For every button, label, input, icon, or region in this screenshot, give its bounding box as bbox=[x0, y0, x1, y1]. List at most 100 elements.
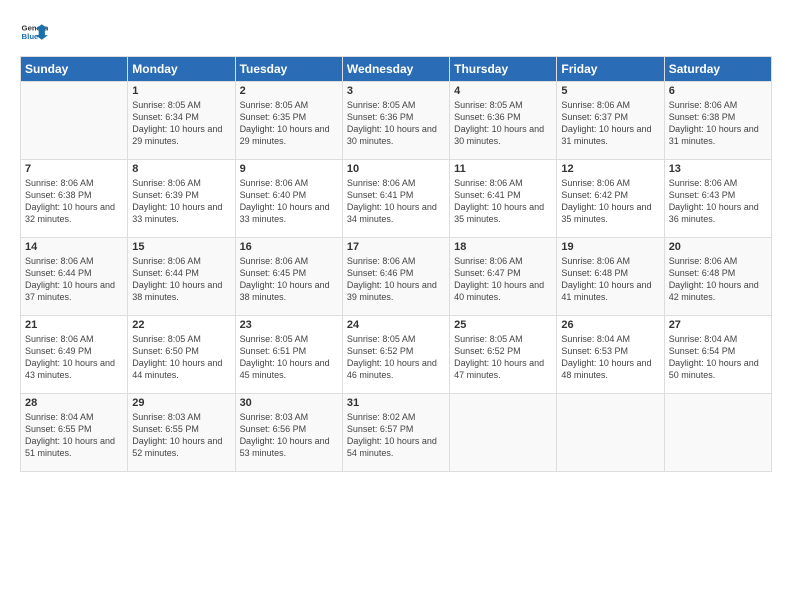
day-detail: Sunrise: 8:04 AMSunset: 6:53 PMDaylight:… bbox=[561, 334, 651, 380]
col-header-saturday: Saturday bbox=[664, 57, 771, 82]
day-number: 16 bbox=[240, 241, 338, 253]
day-detail: Sunrise: 8:05 AMSunset: 6:50 PMDaylight:… bbox=[132, 334, 222, 380]
day-cell: 31 Sunrise: 8:02 AMSunset: 6:57 PMDayligh… bbox=[342, 394, 449, 472]
day-detail: Sunrise: 8:06 AMSunset: 6:37 PMDaylight:… bbox=[561, 100, 651, 146]
day-cell: 11 Sunrise: 8:06 AMSunset: 6:41 PMDayligh… bbox=[450, 160, 557, 238]
day-cell: 28Sunrise: 8:04 AMSunset: 6:55 PMDayligh… bbox=[21, 394, 128, 472]
day-number: 22 bbox=[132, 319, 230, 331]
day-cell: 25Sunrise: 8:05 AMSunset: 6:52 PMDayligh… bbox=[450, 316, 557, 394]
day-cell: 2 Sunrise: 8:05 AMSunset: 6:35 PMDaylight… bbox=[235, 82, 342, 160]
day-cell: 3Sunrise: 8:05 AMSunset: 6:36 PMDaylight… bbox=[342, 82, 449, 160]
day-number: 27 bbox=[669, 319, 767, 331]
col-header-thursday: Thursday bbox=[450, 57, 557, 82]
day-cell: 14Sunrise: 8:06 AMSunset: 6:44 PMDayligh… bbox=[21, 238, 128, 316]
svg-text:Blue: Blue bbox=[22, 32, 40, 41]
day-cell: 12 Sunrise: 8:06 AMSunset: 6:42 PMDayligh… bbox=[557, 160, 664, 238]
day-detail: Sunrise: 8:06 AMSunset: 6:38 PMDaylight:… bbox=[25, 178, 115, 224]
day-number: 7 bbox=[25, 163, 123, 175]
day-detail: Sunrise: 8:06 AMSunset: 6:41 PMDaylight:… bbox=[454, 178, 544, 224]
day-cell: 24Sunrise: 8:05 AMSunset: 6:52 PMDayligh… bbox=[342, 316, 449, 394]
col-header-wednesday: Wednesday bbox=[342, 57, 449, 82]
day-cell: 30 Sunrise: 8:03 AMSunset: 6:56 PMDayligh… bbox=[235, 394, 342, 472]
day-number: 10 bbox=[347, 163, 445, 175]
calendar-table: SundayMondayTuesdayWednesdayThursdayFrid… bbox=[20, 56, 772, 472]
day-cell: 5 Sunrise: 8:06 AMSunset: 6:37 PMDaylight… bbox=[557, 82, 664, 160]
day-number: 2 bbox=[240, 85, 338, 97]
day-detail: Sunrise: 8:06 AMSunset: 6:46 PMDaylight:… bbox=[347, 256, 437, 302]
day-number: 20 bbox=[669, 241, 767, 253]
day-cell: 27 Sunrise: 8:04 AMSunset: 6:54 PMDayligh… bbox=[664, 316, 771, 394]
day-number: 15 bbox=[132, 241, 230, 253]
day-detail: Sunrise: 8:05 AMSunset: 6:34 PMDaylight:… bbox=[132, 100, 222, 146]
week-row-5: 28Sunrise: 8:04 AMSunset: 6:55 PMDayligh… bbox=[21, 394, 772, 472]
day-number: 3 bbox=[347, 85, 445, 97]
col-header-friday: Friday bbox=[557, 57, 664, 82]
week-row-4: 21 Sunrise: 8:06 AMSunset: 6:49 PMDayligh… bbox=[21, 316, 772, 394]
day-cell: 13Sunrise: 8:06 AMSunset: 6:43 PMDayligh… bbox=[664, 160, 771, 238]
day-detail: Sunrise: 8:06 AMSunset: 6:47 PMDaylight:… bbox=[454, 256, 544, 302]
day-number: 17 bbox=[347, 241, 445, 253]
week-row-2: 7 Sunrise: 8:06 AMSunset: 6:38 PMDaylight… bbox=[21, 160, 772, 238]
day-cell: 16 Sunrise: 8:06 AMSunset: 6:45 PMDayligh… bbox=[235, 238, 342, 316]
day-detail: Sunrise: 8:06 AMSunset: 6:39 PMDaylight:… bbox=[132, 178, 222, 224]
day-cell: 6 Sunrise: 8:06 AMSunset: 6:38 PMDaylight… bbox=[664, 82, 771, 160]
day-cell: 20 Sunrise: 8:06 AMSunset: 6:48 PMDayligh… bbox=[664, 238, 771, 316]
day-cell bbox=[557, 394, 664, 472]
col-header-sunday: Sunday bbox=[21, 57, 128, 82]
day-detail: Sunrise: 8:03 AMSunset: 6:56 PMDaylight:… bbox=[240, 412, 330, 458]
day-number: 19 bbox=[561, 241, 659, 253]
day-number: 5 bbox=[561, 85, 659, 97]
day-cell: 10Sunrise: 8:06 AMSunset: 6:41 PMDayligh… bbox=[342, 160, 449, 238]
day-detail: Sunrise: 8:05 AMSunset: 6:35 PMDaylight:… bbox=[240, 100, 330, 146]
day-cell: 4Sunrise: 8:05 AMSunset: 6:36 PMDaylight… bbox=[450, 82, 557, 160]
day-cell: 21 Sunrise: 8:06 AMSunset: 6:49 PMDayligh… bbox=[21, 316, 128, 394]
week-row-1: 1 Sunrise: 8:05 AMSunset: 6:34 PMDaylight… bbox=[21, 82, 772, 160]
day-number: 11 bbox=[454, 163, 552, 175]
day-detail: Sunrise: 8:05 AMSunset: 6:52 PMDaylight:… bbox=[347, 334, 437, 380]
day-cell: 23Sunrise: 8:05 AMSunset: 6:51 PMDayligh… bbox=[235, 316, 342, 394]
day-cell bbox=[450, 394, 557, 472]
day-number: 18 bbox=[454, 241, 552, 253]
day-detail: Sunrise: 8:06 AMSunset: 6:49 PMDaylight:… bbox=[25, 334, 115, 380]
logo-icon: General Blue bbox=[20, 18, 48, 46]
day-cell: 8 Sunrise: 8:06 AMSunset: 6:39 PMDaylight… bbox=[128, 160, 235, 238]
day-detail: Sunrise: 8:06 AMSunset: 6:38 PMDaylight:… bbox=[669, 100, 759, 146]
header-row: SundayMondayTuesdayWednesdayThursdayFrid… bbox=[21, 57, 772, 82]
day-cell: 17 Sunrise: 8:06 AMSunset: 6:46 PMDayligh… bbox=[342, 238, 449, 316]
day-detail: Sunrise: 8:06 AMSunset: 6:48 PMDaylight:… bbox=[561, 256, 651, 302]
day-number: 31 bbox=[347, 397, 445, 409]
day-detail: Sunrise: 8:05 AMSunset: 6:51 PMDaylight:… bbox=[240, 334, 330, 380]
day-cell: 15 Sunrise: 8:06 AMSunset: 6:44 PMDayligh… bbox=[128, 238, 235, 316]
header: General Blue bbox=[20, 18, 772, 46]
day-number: 30 bbox=[240, 397, 338, 409]
day-detail: Sunrise: 8:06 AMSunset: 6:42 PMDaylight:… bbox=[561, 178, 651, 224]
week-row-3: 14Sunrise: 8:06 AMSunset: 6:44 PMDayligh… bbox=[21, 238, 772, 316]
day-detail: Sunrise: 8:03 AMSunset: 6:55 PMDaylight:… bbox=[132, 412, 222, 458]
day-cell bbox=[664, 394, 771, 472]
day-detail: Sunrise: 8:06 AMSunset: 6:40 PMDaylight:… bbox=[240, 178, 330, 224]
day-detail: Sunrise: 8:04 AMSunset: 6:54 PMDaylight:… bbox=[669, 334, 759, 380]
day-detail: Sunrise: 8:06 AMSunset: 6:48 PMDaylight:… bbox=[669, 256, 759, 302]
day-number: 26 bbox=[561, 319, 659, 331]
day-detail: Sunrise: 8:06 AMSunset: 6:44 PMDaylight:… bbox=[132, 256, 222, 302]
day-cell bbox=[21, 82, 128, 160]
day-cell: 18 Sunrise: 8:06 AMSunset: 6:47 PMDayligh… bbox=[450, 238, 557, 316]
day-detail: Sunrise: 8:02 AMSunset: 6:57 PMDaylight:… bbox=[347, 412, 437, 458]
day-number: 21 bbox=[25, 319, 123, 331]
day-number: 6 bbox=[669, 85, 767, 97]
day-cell: 7 Sunrise: 8:06 AMSunset: 6:38 PMDaylight… bbox=[21, 160, 128, 238]
day-detail: Sunrise: 8:05 AMSunset: 6:52 PMDaylight:… bbox=[454, 334, 544, 380]
day-cell: 26 Sunrise: 8:04 AMSunset: 6:53 PMDayligh… bbox=[557, 316, 664, 394]
day-detail: Sunrise: 8:06 AMSunset: 6:44 PMDaylight:… bbox=[25, 256, 115, 302]
day-cell: 9 Sunrise: 8:06 AMSunset: 6:40 PMDaylight… bbox=[235, 160, 342, 238]
day-number: 13 bbox=[669, 163, 767, 175]
day-cell: 22 Sunrise: 8:05 AMSunset: 6:50 PMDayligh… bbox=[128, 316, 235, 394]
logo: General Blue bbox=[20, 18, 48, 46]
day-detail: Sunrise: 8:06 AMSunset: 6:45 PMDaylight:… bbox=[240, 256, 330, 302]
day-number: 1 bbox=[132, 85, 230, 97]
day-number: 12 bbox=[561, 163, 659, 175]
day-detail: Sunrise: 8:05 AMSunset: 6:36 PMDaylight:… bbox=[454, 100, 544, 146]
day-number: 29 bbox=[132, 397, 230, 409]
day-number: 9 bbox=[240, 163, 338, 175]
day-number: 8 bbox=[132, 163, 230, 175]
